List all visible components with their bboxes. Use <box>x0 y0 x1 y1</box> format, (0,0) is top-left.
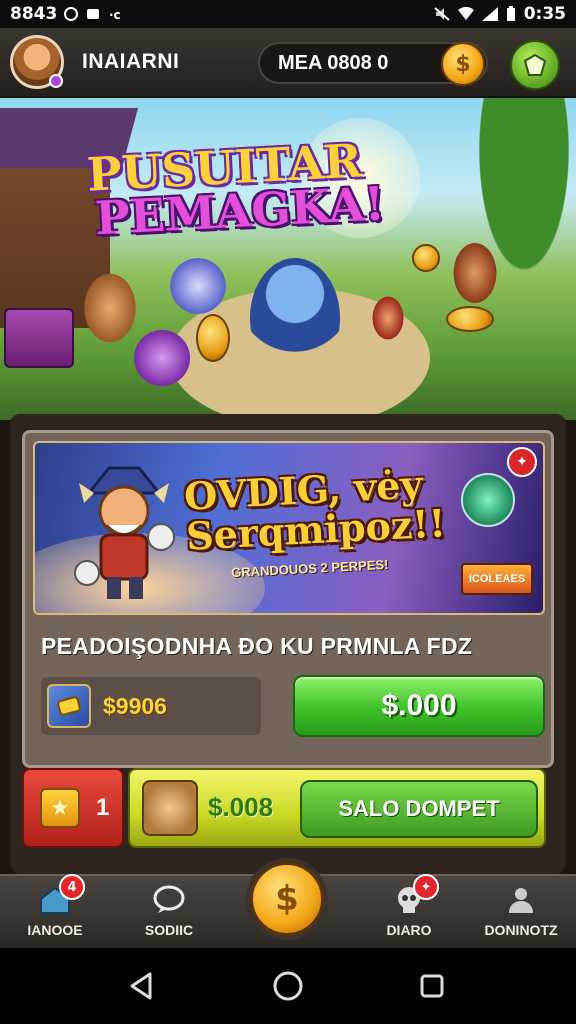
home-circle-icon[interactable] <box>270 968 306 1004</box>
mini-logo: ICOLEAES <box>461 563 533 595</box>
nav-item-social[interactable]: SODIIC <box>114 876 224 950</box>
offer-headline: OVDIG, vėy Serqmipoz!! <box>182 461 447 559</box>
hero-chest <box>4 308 74 368</box>
hero-character-left <box>80 268 140 348</box>
person-icon <box>509 888 533 913</box>
nav-label-profile: DONINOTZ <box>484 922 558 938</box>
pet-icon <box>142 780 198 836</box>
nav-badge-home: 4 <box>59 874 85 900</box>
coin-symbol: $ <box>455 51 471 77</box>
hero-title: PUSUITAR PEMAGKA! <box>86 133 386 246</box>
player-avatar[interactable] <box>10 35 64 89</box>
hero-character-small <box>370 293 406 343</box>
notification-icon <box>64 7 79 21</box>
offer-cost-box: $9906 <box>41 677 261 735</box>
offer-panel: OVDIG, vėy Serqmipoz!! GRANDOUOS 2 PERPE… <box>10 414 566 874</box>
nav-badge-diary: ✦ <box>413 874 439 900</box>
hero-coin-3 <box>412 244 440 272</box>
hero-coin-2 <box>446 306 494 332</box>
wifi-icon <box>457 7 474 20</box>
chat-icon <box>153 885 185 913</box>
avatar-status-dot <box>49 74 63 88</box>
star-icon: ★ <box>40 788 80 828</box>
top-bar: INAIARNI MEA 0808 0 $ <box>0 28 576 98</box>
hero-character-main <box>250 258 340 378</box>
coin-icon[interactable]: $ <box>441 42 485 86</box>
nav-item-profile[interactable]: DONINOTZ <box>466 876 576 950</box>
viking-character-art <box>74 466 175 599</box>
coin-icon-center: $ <box>275 879 299 919</box>
offer-subline: GRANDOUOS 2 PERPES! <box>230 556 389 581</box>
offer-banner[interactable]: OVDIG, vėy Serqmipoz!! GRANDOUOS 2 PERPE… <box>33 441 545 615</box>
status-time: 0:35 <box>523 4 566 24</box>
signal-icon <box>481 7 498 21</box>
nav-label-home: IANOOE <box>27 922 83 938</box>
special-offer-card: OVDIG, vėy Serqmipoz!! GRANDOUOS 2 PERPE… <box>22 430 554 768</box>
pet-price: $.008 <box>208 792 274 822</box>
recents-icon[interactable] <box>414 968 450 1004</box>
offer-close-badge[interactable]: ✦ <box>507 447 537 477</box>
offer-cost: $9906 <box>103 692 167 719</box>
nav-label-diary: DIARO <box>386 922 432 938</box>
nav-item-home[interactable]: 4 IANOOE <box>0 874 110 950</box>
back-icon[interactable] <box>124 968 160 1004</box>
shop-icon <box>523 53 547 76</box>
hero-purple-orb <box>134 330 190 386</box>
potion-icon <box>461 473 515 527</box>
status-clock-left: 8843 <box>10 4 58 24</box>
center-coin-button[interactable]: $ <box>250 862 324 936</box>
nav-item-diary[interactable]: ✦ DIARO <box>354 874 464 950</box>
hero-character-right <box>450 238 500 308</box>
hero-character-blue <box>170 258 226 314</box>
hero-title-line2: PEMAGKA! <box>93 175 386 246</box>
currency-text: MEA 0808 0 <box>278 51 389 74</box>
star-reward-button[interactable]: ★ 1 <box>22 768 124 848</box>
hero-banner[interactable]: PUSUITAR PEMAGKA! <box>0 98 576 420</box>
offer-description: PEADOIŞODNHA ĐO KU PRMNLA FDZ <box>41 633 473 659</box>
status-bar: 8843 ·c 0:35 <box>0 0 576 28</box>
shop-button[interactable] <box>510 40 560 90</box>
player-name: INAIARNI <box>82 50 180 73</box>
system-navigation-bar <box>0 948 576 1024</box>
hero-coin-1 <box>196 314 230 362</box>
buy-button[interactable]: $.000 <box>293 675 545 737</box>
reward-row: ★ 1 $.008 SALO DOMPET <box>10 768 566 848</box>
claim-button[interactable]: SALO DOMPET <box>300 780 538 838</box>
settings-notification-icon: ·c <box>109 8 121 21</box>
ticket-icon <box>47 684 91 728</box>
battery-icon <box>506 6 515 21</box>
pet-reward-bar: $.008 SALO DOMPET <box>128 768 546 848</box>
mute-icon <box>434 7 450 21</box>
star-count: 1 <box>96 794 110 821</box>
nav-label-social: SODIIC <box>144 922 194 938</box>
app-notification-icon <box>87 9 100 19</box>
svg-text:·c: ·c <box>109 8 121 21</box>
